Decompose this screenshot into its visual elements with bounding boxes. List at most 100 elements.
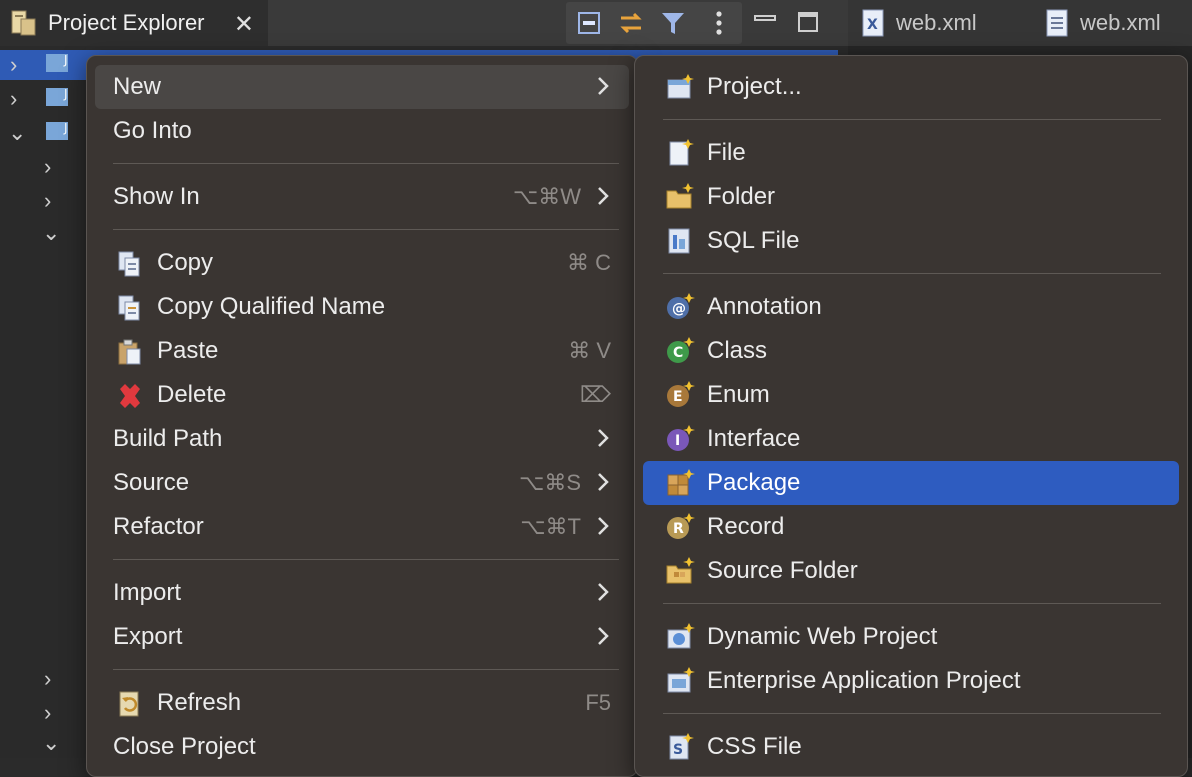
shortcut-label: ⌘ C — [567, 250, 611, 275]
new-file-icon — [669, 139, 694, 166]
svg-text:E: E — [673, 389, 683, 405]
chevron-right-icon[interactable]: › — [10, 86, 17, 112]
submenu-item-enum[interactable]: E Enum — [643, 373, 1179, 417]
xml-file-icon: X — [862, 9, 884, 37]
close-icon[interactable]: ✕ — [234, 10, 254, 39]
svg-text:R: R — [673, 521, 684, 537]
java-project-icon: J — [46, 87, 68, 106]
menu-item-source[interactable]: Source ⌥⌘S — [95, 461, 629, 505]
menu-item-paste[interactable]: Paste ⌘ V — [95, 329, 629, 373]
menu-separator — [663, 273, 1161, 274]
sql-file-icon — [668, 228, 690, 254]
submenu-item-enterprise-application-project[interactable]: Enterprise Application Project — [643, 659, 1179, 703]
copy-icon — [118, 251, 140, 277]
svg-text:J: J — [63, 87, 68, 101]
chevron-right-icon[interactable]: › — [44, 700, 51, 726]
menu-separator — [663, 713, 1161, 714]
minimize-icon[interactable] — [752, 8, 778, 34]
chevron-right-icon[interactable]: › — [44, 666, 51, 692]
svg-text:S: S — [673, 742, 683, 758]
editor-tab[interactable]: X web.xml — [862, 0, 977, 46]
editor-tab-label: web.xml — [896, 10, 977, 35]
menu-item-show-in[interactable]: Show In ⌥⌘W — [95, 175, 629, 219]
project-explorer-tab[interactable]: Project Explorer ✕ — [0, 0, 268, 46]
menu-item-copy[interactable]: Copy ⌘ C — [95, 241, 629, 285]
view-menu-icon[interactable] — [704, 8, 734, 38]
refresh-icon — [119, 691, 139, 717]
menu-separator — [113, 669, 619, 670]
new-submenu: Project... File Folder SQL File @ Annota… — [634, 55, 1188, 777]
chevron-right-icon — [598, 583, 609, 601]
shortcut-label: ⌥⌘S — [518, 470, 581, 495]
maximize-icon[interactable] — [796, 10, 822, 36]
interface-icon: I — [667, 425, 695, 451]
menu-item-new[interactable]: New — [95, 65, 629, 109]
submenu-item-dynamic-web-project[interactable]: Dynamic Web Project — [643, 615, 1179, 659]
filter-icon[interactable] — [658, 8, 688, 38]
chevron-right-icon — [598, 77, 609, 95]
collapse-all-icon[interactable] — [574, 8, 604, 38]
submenu-item-folder[interactable]: Folder — [643, 175, 1179, 219]
dynamic-web-project-icon — [667, 623, 695, 649]
submenu-item-class[interactable]: C Class — [643, 329, 1179, 373]
java-project-icon: J — [46, 53, 68, 72]
submenu-item-annotation[interactable]: @ Annotation — [643, 285, 1179, 329]
chevron-down-icon[interactable]: ⌄ — [42, 730, 60, 756]
chevron-down-icon[interactable]: ⌄ — [8, 120, 26, 146]
editor-tab[interactable]: web.xml — [1046, 0, 1161, 46]
paste-icon — [118, 339, 141, 365]
view-tab-title: Project Explorer — [48, 10, 205, 35]
chevron-right-icon — [598, 627, 609, 645]
editor-tab-label: web.xml — [1080, 10, 1161, 35]
new-project-icon — [667, 74, 694, 99]
chevron-right-icon[interactable]: › — [44, 188, 51, 214]
submenu-item-file[interactable]: File — [643, 131, 1179, 175]
shortcut-label: ⌥⌘W — [512, 184, 581, 209]
menu-item-build-path[interactable]: Build Path — [95, 417, 629, 461]
menu-item-import[interactable]: Import — [95, 571, 629, 615]
submenu-item-interface[interactable]: I Interface — [643, 417, 1179, 461]
chevron-down-icon[interactable]: ⌄ — [42, 220, 60, 246]
context-menu: New Go Into Show In ⌥⌘W Copy ⌘ C Copy Qu… — [86, 55, 638, 777]
menu-separator — [113, 559, 619, 560]
menu-separator — [113, 229, 619, 230]
submenu-item-package[interactable]: Package — [643, 461, 1179, 505]
menu-item-close-project[interactable]: Close Project — [95, 725, 629, 769]
menu-separator — [663, 119, 1161, 120]
chevron-right-icon — [598, 429, 609, 447]
copy-qualified-name-icon — [118, 295, 140, 321]
chevron-right-icon — [598, 517, 609, 535]
chevron-right-icon[interactable]: › — [44, 154, 51, 180]
menu-separator — [113, 163, 619, 164]
menu-item-refresh[interactable]: Refresh F5 — [95, 681, 629, 725]
menu-item-refactor[interactable]: Refactor ⌥⌘T — [95, 505, 629, 549]
menu-item-go-into[interactable]: Go Into — [95, 109, 629, 153]
project-explorer-icon — [11, 10, 36, 36]
record-icon: R — [667, 513, 695, 539]
menu-item-copy-qualified-name[interactable]: Copy Qualified Name — [95, 285, 629, 329]
shortcut-label: ⌥⌘T — [520, 514, 581, 539]
svg-text:I: I — [675, 433, 680, 449]
menu-item-delete[interactable]: Delete ⌦ — [95, 373, 629, 417]
svg-text:X: X — [867, 17, 878, 33]
enterprise-application-project-icon — [667, 667, 695, 693]
project-tree: › › ⌄ › › ⌄ › › ⌄ J J J — [0, 46, 838, 758]
java-project-icon: J — [46, 121, 68, 140]
editor-tabs: X web.xml web.xml — [848, 0, 1192, 46]
text-file-icon — [1046, 9, 1068, 37]
package-icon — [667, 469, 695, 496]
chevron-right-icon[interactable]: › — [10, 52, 17, 78]
submenu-item-source-folder[interactable]: Source Folder — [643, 549, 1179, 593]
submenu-item-record[interactable]: R Record — [643, 505, 1179, 549]
link-with-editor-icon[interactable] — [616, 8, 646, 38]
view-toolbar — [566, 2, 742, 44]
submenu-item-css-file[interactable]: S CSS File — [643, 725, 1179, 769]
svg-text:J: J — [63, 53, 68, 67]
menu-item-export[interactable]: Export — [95, 615, 629, 659]
svg-text:J: J — [63, 121, 68, 135]
submenu-item-sql-file[interactable]: SQL File — [643, 219, 1179, 263]
class-icon: C — [667, 337, 695, 363]
submenu-item-project[interactable]: Project... — [643, 65, 1179, 109]
shortcut-label: ⌦ — [579, 382, 611, 407]
svg-text:C: C — [673, 345, 683, 361]
